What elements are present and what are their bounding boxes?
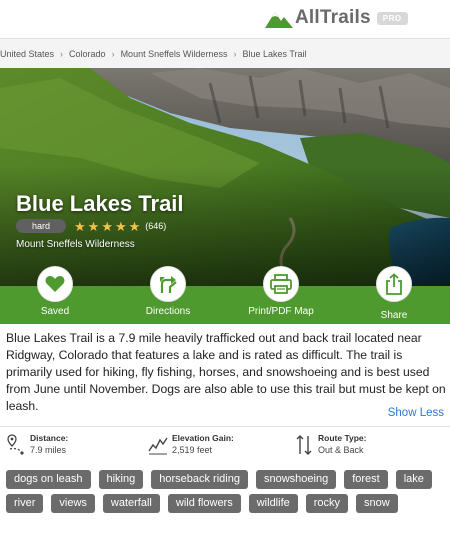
pro-badge[interactable]: PRO [376,11,408,25]
trail-description: Blue Lakes Trail is a 7.9 mile heavily t… [6,331,446,413]
tag-chip[interactable]: lake [395,470,432,489]
landscape-photo [0,68,450,286]
trail-title: Blue Lakes Trail [16,191,184,216]
directions-button[interactable]: Directions [123,266,213,317]
star-rating[interactable]: ★ ★ ★ ★ ★ [74,220,142,233]
tag-chip[interactable]: river [6,494,44,513]
share-label: Share [380,310,408,321]
star-icon: ★ [74,218,86,234]
breadcrumb-separator: › [60,48,64,59]
elevation-stat: Elevation Gain: 2,519 feet [148,433,234,457]
hero-image: Blue Lakes Trail hard ★ ★ ★ ★ ★ (646) Mo… [0,68,450,286]
directions-icon [160,276,177,293]
breadcrumb: United States › Colorado › Mount Sneffel… [0,38,450,68]
print-map-button[interactable]: Print/PDF Map [236,266,326,317]
print-map-label: Print/PDF Map [248,306,314,317]
star-icon: ★ [101,218,113,234]
print-icon-circle [263,266,299,302]
star-icon: ★ [114,218,127,234]
difficulty-badge: hard [16,219,66,233]
elevation-icon [148,437,168,455]
breadcrumb-item-state[interactable]: Colorado [69,49,106,59]
tag-chip[interactable]: wild flowers [167,494,241,513]
directions-label: Directions [145,306,191,317]
tag-chip[interactable]: rocky [305,494,349,513]
route-type-stat: Route Type: Out & Back [294,433,366,457]
elevation-value: 2,519 feet [172,445,213,455]
share-icon-circle [376,266,412,302]
breadcrumb-item-trail[interactable]: Blue Lakes Trail [242,49,306,59]
tag-chip[interactable]: horseback riding [151,470,248,489]
review-count[interactable]: (646) [145,221,166,231]
route-arrows-icon [296,435,312,455]
saved-button[interactable]: Saved [10,266,100,317]
elevation-label: Elevation Gain: [172,433,234,443]
brand-name: AllTrails [295,7,371,28]
tag-chip[interactable]: snow [356,494,398,513]
distance-stat: Distance: 7.9 miles [6,433,68,457]
show-less-link[interactable]: Show Less [388,407,444,419]
star-icon: ★ [128,218,141,234]
breadcrumb-item-country[interactable]: United States [0,49,54,59]
rating-row: hard ★ ★ ★ ★ ★ (646) [16,219,166,233]
section-divider [0,426,450,427]
breadcrumb-separator: › [233,48,237,59]
saved-label: Saved [40,306,70,317]
tag-chip[interactable]: wildlife [248,494,298,513]
tag-chip[interactable]: views [51,494,95,513]
share-button[interactable]: Share [349,266,439,321]
distance-pin-icon [7,434,24,455]
tag-chip[interactable]: forest [344,470,388,489]
tag-chip[interactable]: hiking [98,470,144,489]
trail-tags: dogs on leash hiking horseback riding sn… [6,470,446,518]
distance-value: 7.9 miles [30,445,67,455]
star-icon: ★ [87,218,100,234]
share-icon [386,273,402,295]
directions-icon-circle [150,266,186,302]
alltrails-logo[interactable]: AllTrails PRO [265,5,408,31]
area-name[interactable]: Mount Sneffels Wilderness [16,239,135,250]
distance-label: Distance: [30,433,69,443]
route-type-value: Out & Back [318,445,364,455]
heart-icon [45,276,65,292]
saved-icon-circle [37,266,73,302]
printer-icon [270,274,292,294]
tag-chip[interactable]: waterfall [102,494,160,513]
tag-chip[interactable]: dogs on leash [6,470,91,489]
breadcrumb-item-area[interactable]: Mount Sneffels Wilderness [121,49,228,59]
route-type-label: Route Type: [318,433,367,443]
site-header: AllTrails PRO [0,0,450,38]
tag-chip[interactable]: snowshoeing [255,470,337,489]
mountain-logo-icon [265,12,293,28]
breadcrumb-separator: › [111,48,115,59]
